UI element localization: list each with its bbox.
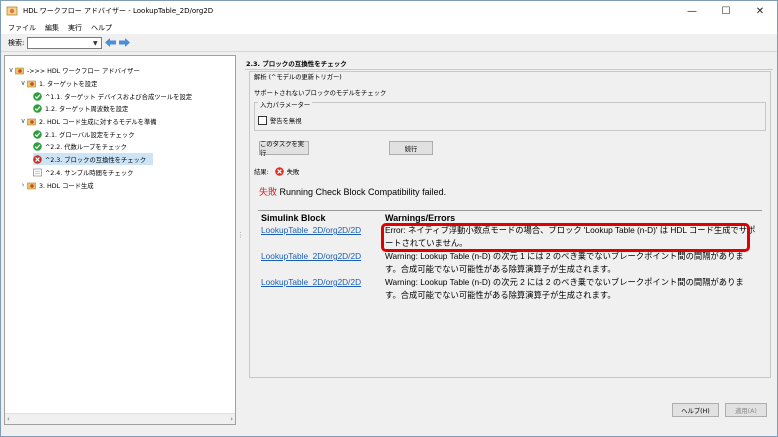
tree-node-3[interactable]: › 3. HDL コード生成 — [19, 179, 94, 191]
tree-node-label: ^2.4. サンプル時間をチェック — [45, 169, 134, 177]
tree-node-label: ^2.2. 代数ループをチェック — [45, 143, 127, 151]
tree-node-label: ^1.1. ターゲット デバイスおよび合成ツールを設定 — [45, 93, 193, 101]
collapse-toggle-icon[interactable]: ∨ — [19, 79, 27, 87]
window-title: HDL ワークフロー アドバイザー - LookupTable_2D/org2D — [23, 7, 214, 15]
failure-summary: 失敗 Running Check Block Compatibility fai… — [259, 185, 446, 198]
tree-node-2-3[interactable]: ^2.3. ブロックの互換性をチェック — [33, 153, 153, 165]
chevron-down-icon[interactable]: ▼ — [90, 39, 100, 48]
maximize-button[interactable]: ☐ — [709, 1, 743, 21]
error-highlight-annotation — [381, 223, 750, 252]
task-title: 2.3. ブロックの互換性をチェック — [246, 60, 347, 68]
collapse-toggle-icon[interactable]: ∨ — [19, 117, 27, 125]
search-input[interactable] — [28, 37, 91, 48]
scroll-left-icon[interactable]: ‹ — [7, 415, 10, 423]
failure-message: Running Check Block Compatibility failed… — [277, 187, 447, 197]
tree-node-label: 2. HDL コード生成に対するモデルを準備 — [39, 118, 157, 126]
help-button[interactable]: ヘルプ(H) — [672, 403, 719, 417]
tree-node-root[interactable]: ∨ ->>> HDL ワークフロー アドバイザー — [7, 64, 140, 76]
menu-bar: ファイル 編集 実行 ヘルプ — [1, 21, 777, 34]
close-button[interactable]: ✕ — [743, 1, 777, 21]
check-pass-icon — [33, 103, 42, 113]
table-row: LookupTable_2D/org2D/2D Warning: Lookup … — [258, 250, 762, 276]
task-description: サポートされないブロックのモデルをチェック — [254, 90, 387, 97]
horizontal-scrollbar[interactable]: ‹ › — [5, 413, 235, 424]
block-link[interactable]: LookupTable_2D/org2D/2D — [258, 224, 385, 250]
tree-node-label: 1.2. ターゲット周波数を設定 — [45, 105, 129, 113]
result-value: 失敗 — [286, 169, 300, 176]
collapse-toggle-icon[interactable]: ∨ — [7, 66, 15, 74]
task-tree: ∨ ->>> HDL ワークフロー アドバイザー ∨ 1. ターゲットを設定 ^… — [4, 55, 236, 425]
block-link[interactable]: LookupTable_2D/org2D/2D — [258, 250, 385, 276]
menu-run[interactable]: 実行 — [68, 23, 82, 33]
tree-node-label: 1. ターゲットを設定 — [39, 80, 98, 88]
tree-node-2[interactable]: ∨ 2. HDL コード生成に対するモデルを準備 — [19, 115, 157, 127]
check-fail-icon — [33, 154, 42, 164]
ignore-warnings-label: 警告を無視 — [270, 118, 302, 125]
search-combobox[interactable]: ▼ — [27, 36, 103, 49]
analysis-legend: 解析 (^モデルの更新トリガー) — [252, 72, 344, 81]
app-window: HDL ワークフロー アドバイザー - LookupTable_2D/org2D… — [0, 0, 778, 437]
folder-settings-icon — [27, 80, 36, 87]
check-pass-icon — [33, 141, 42, 151]
block-link[interactable]: LookupTable_2D/org2D/2D — [258, 276, 385, 302]
tree-node-1-1[interactable]: ^1.1. ターゲット デバイスおよび合成ツールを設定 — [33, 90, 192, 102]
apply-button[interactable]: 適用(A) — [725, 403, 767, 417]
scroll-right-icon[interactable]: › — [230, 415, 233, 423]
divider — [245, 69, 773, 70]
warning-message: Warning: Lookup Table (n-D) の次元 1 には 2 の… — [385, 251, 744, 274]
tree-node-1-2[interactable]: 1.2. ターゲット周波数を設定 — [33, 102, 128, 114]
error-icon — [274, 167, 284, 176]
column-header-block: Simulink Block — [261, 212, 326, 223]
input-parameters-groupbox — [254, 102, 766, 131]
tree-node-2-4[interactable]: ^2.4. サンプル時間をチェック — [33, 166, 133, 178]
tree-node-label: 2.1. グローバル設定をチェック — [45, 131, 135, 139]
tree-node-2-2[interactable]: ^2.2. 代数ループをチェック — [33, 140, 127, 152]
tree-node-label: ^2.3. ブロックの互換性をチェック — [45, 156, 147, 164]
search-next-arrow-icon[interactable] — [119, 37, 131, 48]
failure-word: 失敗 — [259, 187, 278, 197]
input-parameters-legend: 入力パラメーター — [258, 100, 313, 109]
minimize-button[interactable]: — — [675, 1, 709, 21]
ignore-warnings-checkbox-row[interactable]: 警告を無視 — [258, 116, 301, 125]
column-header-messages: Warnings/Errors — [385, 212, 456, 223]
folder-settings-icon — [27, 182, 36, 189]
ignore-warnings-checkbox[interactable] — [258, 116, 267, 125]
search-label: 検索: — [8, 38, 25, 47]
table-row: LookupTable_2D/org2D/2D Warning: Lookup … — [258, 276, 762, 302]
hdl-advisor-app-icon — [6, 6, 18, 16]
check-pass-icon — [33, 129, 42, 139]
run-task-button[interactable]: このタスクを実行 — [259, 141, 309, 157]
tree-node-label: 3. HDL コード生成 — [39, 182, 94, 190]
folder-settings-icon — [15, 67, 24, 74]
search-toolbar: 検索: ▼ — [1, 34, 777, 52]
warning-message: Warning: Lookup Table (n-D) の次元 2 には 2 の… — [385, 277, 744, 300]
result-row: 結果: 失敗 — [254, 167, 299, 176]
search-previous-arrow-icon[interactable] — [105, 37, 117, 48]
title-bar: HDL ワークフロー アドバイザー - LookupTable_2D/org2D… — [1, 1, 777, 21]
continue-button[interactable]: 続行 — [389, 141, 433, 155]
tree-node-1[interactable]: ∨ 1. ターゲットを設定 — [19, 77, 97, 89]
check-pass-icon — [33, 91, 42, 101]
menu-help[interactable]: ヘルプ — [91, 23, 112, 33]
menu-file[interactable]: ファイル — [8, 23, 36, 33]
task-icon — [33, 168, 42, 176]
tree-node-2-1[interactable]: 2.1. グローバル設定をチェック — [33, 128, 135, 140]
menu-edit[interactable]: 編集 — [45, 23, 59, 33]
tree-node-label: ->>> HDL ワークフロー アドバイザー — [27, 67, 140, 75]
result-label: 結果: — [254, 169, 269, 176]
expand-toggle-icon[interactable]: › — [19, 181, 27, 189]
folder-settings-icon — [27, 118, 36, 125]
